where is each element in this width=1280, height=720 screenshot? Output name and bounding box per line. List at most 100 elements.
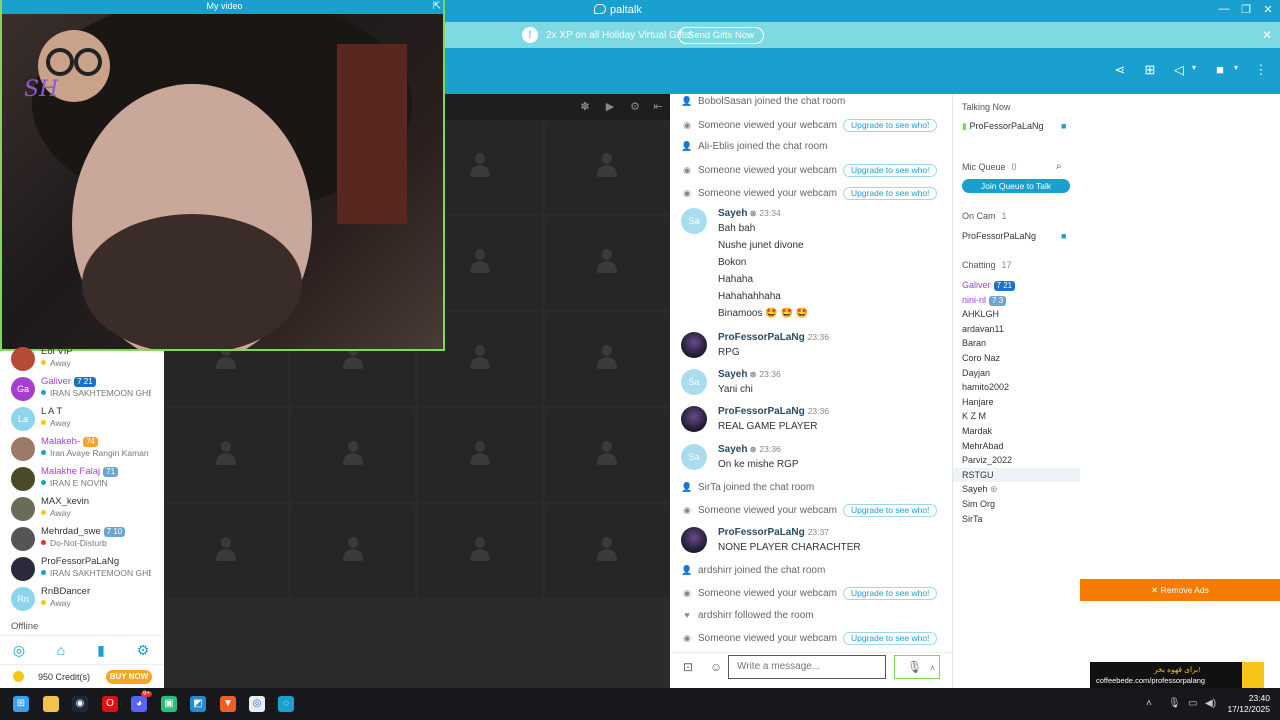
- sidebar-user-row[interactable]: Malakeh- 74 Iran Avaye Rangin Kaman: [0, 433, 164, 463]
- chatting-user[interactable]: Mardak: [962, 426, 992, 436]
- buy-now-button[interactable]: BUY NOW: [106, 670, 152, 684]
- upgrade-to-see-button[interactable]: Upgrade to see who!: [842, 632, 938, 645]
- chatting-user[interactable]: Parviz_2022: [962, 455, 1012, 465]
- display-tray-icon[interactable]: ▭: [1188, 698, 1197, 709]
- gift-composer-icon[interactable]: ⊡: [683, 660, 693, 674]
- compass-icon[interactable]: ◎: [11, 642, 27, 658]
- chat-app-icon[interactable]: ▣: [161, 696, 177, 712]
- chatting-user[interactable]: RSTGU: [962, 470, 994, 480]
- my-video-window[interactable]: My video ⇱ SH: [0, 0, 445, 351]
- sidebar-user-row[interactable]: Ga Galiver 7 21 IRAN SAKHTEMOON GHE: [0, 373, 164, 403]
- sender-name[interactable]: ProFessorPaLaNg 23:36: [718, 332, 829, 343]
- chatting-user[interactable]: Dayjan: [962, 368, 990, 378]
- settings-gear-icon[interactable]: ⚙: [628, 100, 642, 114]
- video-camera-icon[interactable]: ▶: [603, 100, 617, 114]
- talker-row[interactable]: ▮ ProFessorPaLaNg: [962, 121, 1044, 132]
- sender-name[interactable]: ProFessorPaLaNg 23:36: [718, 406, 829, 417]
- system-clock[interactable]: 23:40 17/12/2025: [1226, 693, 1270, 715]
- discord-icon[interactable]: ◕: [131, 696, 147, 712]
- push-to-talk-button[interactable]: 🎙 ˄: [894, 655, 940, 679]
- search-icon[interactable]: ⌕: [1056, 161, 1062, 172]
- sidebar-user-row[interactable]: La L A T Away: [0, 403, 164, 433]
- remove-ads-button[interactable]: ✕ Remove Ads: [1080, 579, 1280, 601]
- mic-options-chevron-icon[interactable]: ˄: [930, 664, 935, 673]
- sender-name[interactable]: ProFessorPaLaNg 23:37: [718, 527, 829, 538]
- more-options-icon[interactable]: ⋮: [1253, 62, 1269, 78]
- tray-overflow-icon[interactable]: ˄: [1146, 698, 1152, 709]
- on-cam-user[interactable]: ProFessorPaLaNg: [962, 231, 1036, 241]
- restore-button[interactable]: ❐: [1238, 3, 1254, 16]
- chatting-user[interactable]: Hanjare: [962, 397, 994, 407]
- video-slot[interactable]: [545, 313, 669, 406]
- video-slot[interactable]: [418, 409, 542, 502]
- sidebar-user-row[interactable]: Mehrdad_swe 7 10 Do-Not-Disturb: [0, 523, 164, 553]
- chatting-user[interactable]: hamito2002: [962, 382, 1009, 392]
- sender-name[interactable]: Sayeh ⊛ 23:36: [718, 444, 781, 455]
- sidebar-user-row[interactable]: ProFessorPaLaNg IRAN SAKHTEMOON GHE: [0, 553, 164, 583]
- chatting-user[interactable]: Sim Org: [962, 499, 995, 509]
- sender-name[interactable]: Sayeh ⊛ 23:36: [718, 369, 781, 380]
- chatting-user[interactable]: Galiver 7 21: [962, 280, 1016, 291]
- chatting-user[interactable]: K Z M: [962, 411, 986, 421]
- chatting-user[interactable]: Coro Naz: [962, 353, 1000, 363]
- file-explorer-icon[interactable]: [43, 696, 59, 712]
- chatting-user[interactable]: Sayeh ⊛: [962, 484, 998, 495]
- chatting-user[interactable]: Baran: [962, 338, 986, 348]
- video-slot[interactable]: [545, 505, 669, 598]
- camera-icon[interactable]: ■: [1212, 62, 1228, 78]
- home-icon[interactable]: ⌂: [53, 642, 69, 658]
- popout-icon[interactable]: ⇱: [433, 0, 441, 13]
- settings-cog-icon[interactable]: ⚙: [135, 642, 151, 658]
- close-window-button[interactable]: ✕: [1260, 3, 1276, 16]
- sidebar-user-row[interactable]: MAX_kevin Away: [0, 493, 164, 523]
- video-slot[interactable]: [545, 121, 669, 214]
- gift-icon[interactable]: ⊞: [1142, 62, 1158, 78]
- chatting-user[interactable]: SirTa: [962, 514, 983, 524]
- upgrade-to-see-button[interactable]: Upgrade to see who!: [842, 187, 938, 200]
- video-slot[interactable]: [291, 409, 415, 502]
- chatting-user[interactable]: MehrAbad: [962, 441, 1004, 451]
- microphone-tray-icon[interactable]: 🎙: [1168, 698, 1181, 709]
- chatting-user[interactable]: nini-nl 7 3: [962, 295, 1007, 306]
- start-windows-icon[interactable]: ⊞: [13, 696, 29, 712]
- video-slot[interactable]: [164, 505, 288, 598]
- sidebar-user-row[interactable]: Rn RnBDancer Away: [0, 583, 164, 613]
- opera-icon[interactable]: O: [102, 696, 118, 712]
- sidebar-user-row[interactable]: Eol VIP Away: [0, 343, 164, 373]
- coffee-ad-banner[interactable]: برای قهوه بخر! coffeebede.com/professorp…: [1090, 662, 1264, 688]
- volume-icon[interactable]: ◀): [1205, 698, 1216, 709]
- video-slot[interactable]: [291, 505, 415, 598]
- minimize-button[interactable]: —: [1216, 3, 1232, 15]
- collapse-arrow-icon[interactable]: ⇤: [651, 100, 665, 114]
- megaphone-menu-chevron-icon[interactable]: ▾: [1192, 63, 1196, 72]
- video-slot[interactable]: [545, 409, 669, 502]
- emoji-icon[interactable]: ☺: [710, 660, 722, 674]
- sender-name[interactable]: Sayeh ⊛ 23:34: [718, 208, 781, 219]
- camera-menu-chevron-icon[interactable]: ▾: [1234, 63, 1238, 72]
- close-promo-icon[interactable]: ✕: [1262, 28, 1272, 42]
- talker-cam-icon[interactable]: ■: [1061, 121, 1066, 131]
- whiteboard-app-icon[interactable]: ◩: [190, 696, 206, 712]
- video-slot[interactable]: [545, 217, 669, 310]
- share-icon[interactable]: ⋖: [1112, 62, 1128, 78]
- app-circle-icon[interactable]: ◎: [249, 696, 265, 712]
- upgrade-to-see-button[interactable]: Upgrade to see who!: [842, 587, 938, 600]
- send-gifts-button[interactable]: Send Gifts Now: [678, 27, 764, 44]
- upgrade-to-see-button[interactable]: Upgrade to see who!: [842, 119, 938, 132]
- on-cam-camera-icon[interactable]: ■: [1061, 231, 1066, 241]
- chatting-user[interactable]: AHKLGH: [962, 309, 999, 319]
- megaphone-icon[interactable]: ◁: [1171, 62, 1187, 78]
- steam-icon[interactable]: ◉: [72, 696, 88, 712]
- message-input[interactable]: Write a message...: [728, 655, 886, 679]
- video-slot[interactable]: [164, 409, 288, 502]
- upgrade-to-see-button[interactable]: Upgrade to see who!: [842, 164, 938, 177]
- chatting-user[interactable]: ardavan11: [962, 324, 1004, 334]
- join-queue-button[interactable]: Join Queue to Talk: [962, 179, 1070, 193]
- sidebar-user-row[interactable]: Malakhe Falaj 71 IRAN E NOVIN: [0, 463, 164, 493]
- brave-icon[interactable]: ▼: [220, 696, 236, 712]
- video-slot[interactable]: [418, 505, 542, 598]
- upgrade-to-see-button[interactable]: Upgrade to see who!: [842, 504, 938, 517]
- leaderboard-icon[interactable]: ▮: [93, 642, 109, 658]
- paw-icon[interactable]: ✽: [578, 100, 592, 114]
- paltalk-taskbar-icon[interactable]: ◌: [278, 696, 294, 712]
